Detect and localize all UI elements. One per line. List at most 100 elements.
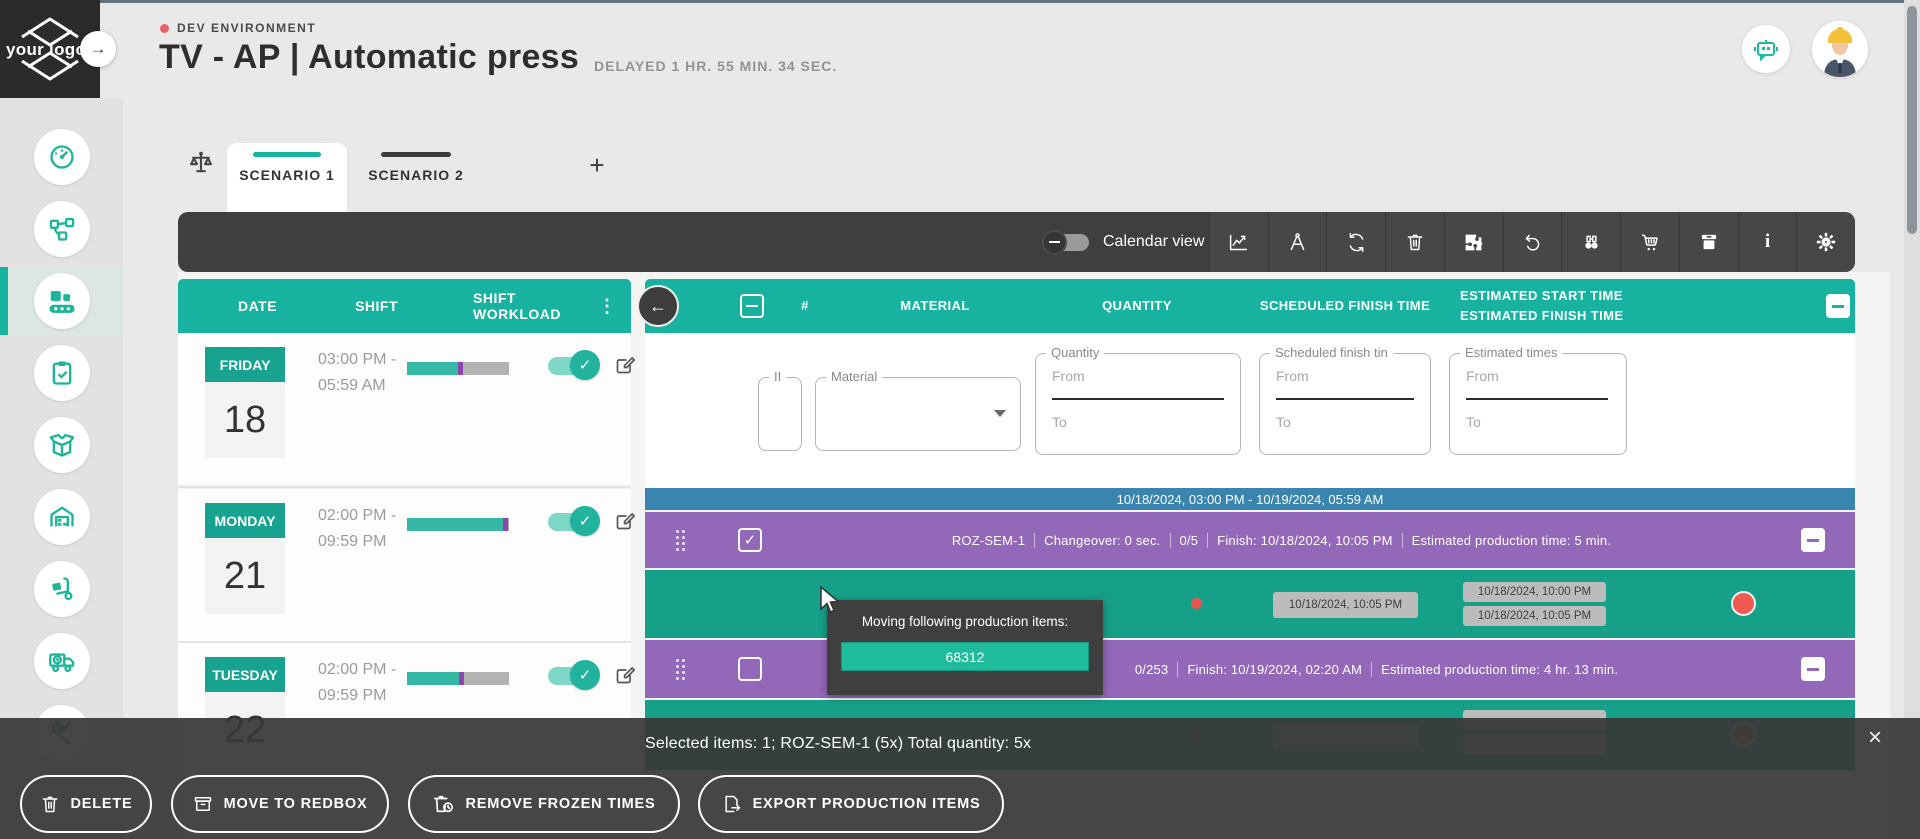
production-item-row-1[interactable]: ✓ ROZ-SEM-1 Changeover: 0 sec. 0/5 Finis… — [645, 512, 1855, 568]
scheduled-filter-label: Scheduled finish tin — [1270, 345, 1393, 360]
drafting-compass-icon — [1287, 232, 1308, 253]
env-dot-icon — [160, 24, 169, 33]
scheduled-filter[interactable]: Scheduled finish tin From To — [1259, 353, 1431, 455]
user-avatar[interactable] — [1812, 21, 1868, 77]
drag-tooltip: Moving following production items: 68312 — [827, 600, 1103, 695]
status-dot-icon — [1191, 598, 1202, 609]
close-selection-button[interactable]: × — [1868, 726, 1882, 750]
from-input[interactable]: From — [1276, 368, 1309, 384]
shift-panel-header: DATE SHIFT SHIFT WORKLOAD ⋮ — [178, 279, 631, 333]
col-material: MATERIAL — [900, 298, 969, 313]
remove-frozen-times-button[interactable]: REMOVE FROZEN TIMES — [408, 775, 680, 833]
select-all-checkbox[interactable] — [740, 294, 764, 318]
col-quantity: QUANTITY — [1102, 298, 1172, 313]
material-filter-label: Material — [826, 369, 882, 384]
col-estimated-start: ESTIMATED START TIME — [1460, 288, 1623, 303]
from-input[interactable]: From — [1052, 368, 1085, 384]
sidebar-item-deliveries[interactable] — [0, 625, 123, 697]
sidebar-item-tasks[interactable] — [0, 337, 123, 409]
row-checkbox-unchecked[interactable] — [738, 657, 762, 681]
shift-group-banner: 10/18/2024, 03:00 PM - 10/19/2024, 05:59… — [645, 488, 1855, 510]
day-chip: MONDAY — [205, 503, 285, 538]
tab-active-underline — [253, 152, 321, 157]
number-filter[interactable]: II — [758, 377, 802, 451]
statistics-button[interactable] — [1209, 212, 1268, 272]
search-items-button[interactable] — [1561, 212, 1620, 272]
delete-button-toolbar[interactable] — [1385, 212, 1444, 272]
edit-shift-button[interactable] — [615, 355, 635, 375]
shift-toggle-check-icon[interactable]: ✓ — [570, 660, 600, 690]
drag-handle-icon[interactable] — [676, 530, 685, 551]
to-input[interactable]: To — [1466, 414, 1481, 430]
edit-shift-button[interactable] — [615, 511, 635, 531]
material-filter-select[interactable]: Material — [815, 377, 1021, 451]
plugins-button[interactable] — [1444, 212, 1503, 272]
shift-panel-menu-button[interactable]: ⋮ — [598, 296, 617, 317]
collapse-all-button[interactable] — [1826, 294, 1850, 318]
scrollbar-thumb[interactable] — [1907, 6, 1917, 234]
sidebar-item-materials[interactable] — [0, 409, 123, 481]
undo-button[interactable] — [1503, 212, 1562, 272]
number-filter-label: II — [769, 369, 786, 384]
shift-toggle-check-icon[interactable]: ✓ — [570, 350, 600, 380]
status-circle-icon[interactable] — [1731, 591, 1756, 616]
warehouse-icon — [48, 503, 76, 531]
measure-button[interactable] — [1268, 212, 1327, 272]
info-button[interactable]: i — [1738, 212, 1797, 272]
cart-button[interactable] — [1620, 212, 1679, 272]
sidebar-item-dashboard[interactable] — [0, 121, 123, 193]
col-estimated-finish: ESTIMATED FINISH TIME — [1460, 308, 1623, 323]
tab-scenario-2[interactable]: SCENARIO 2 — [360, 143, 472, 212]
refresh-button[interactable] — [1326, 212, 1385, 272]
collapse-row-button[interactable] — [1801, 657, 1825, 681]
move-to-redbox-button[interactable]: MOVE TO REDBOX — [171, 775, 389, 833]
scenario-compare-button[interactable] — [186, 148, 216, 178]
estimated-filter[interactable]: Estimated times From To — [1449, 353, 1627, 455]
trash-icon — [40, 794, 60, 814]
settings-button[interactable] — [1796, 212, 1855, 272]
to-input[interactable]: To — [1276, 414, 1291, 430]
archive-button[interactable] — [1679, 212, 1738, 272]
sidebar-expand-button[interactable]: → — [80, 31, 116, 67]
row-summary: ROZ-SEM-1 Changeover: 0 sec. 0/5 Finish:… — [952, 533, 1611, 548]
drag-handle-icon[interactable] — [676, 659, 685, 680]
to-input[interactable]: To — [1052, 414, 1067, 430]
trend-chart-icon — [1228, 232, 1249, 253]
add-scenario-button[interactable]: + — [580, 148, 614, 182]
calendar-view-toggle[interactable]: Calendar view — [1047, 233, 1204, 251]
archive-box-icon — [1699, 232, 1719, 252]
remove-frozen-times-label: REMOVE FROZEN TIMES — [465, 796, 655, 812]
tab-scenario-1[interactable]: SCENARIO 1 — [227, 143, 347, 212]
collapse-row-button[interactable] — [1801, 528, 1825, 552]
sidebar-item-shipping[interactable] — [0, 553, 123, 625]
delete-selected-button[interactable]: DELETE — [20, 775, 152, 833]
page-title: TV - AP | Automatic press — [159, 38, 579, 77]
toggle-pill[interactable] — [1047, 234, 1089, 251]
workload-bar — [407, 362, 509, 375]
chatbot-icon — [1752, 35, 1780, 63]
trolley-icon — [1640, 232, 1661, 253]
shift-row-friday: FRIDAY 18 03:00 PM -05:59 AM ✓ — [178, 333, 631, 485]
tab-scenario-2-label: SCENARIO 2 — [360, 167, 472, 183]
clipboard-check-icon — [48, 359, 76, 387]
quantity-filter[interactable]: Quantity From To — [1035, 353, 1241, 455]
shift-toggle-check-icon[interactable]: ✓ — [570, 506, 600, 536]
sidebar-item-flows[interactable] — [0, 193, 123, 265]
undo-icon — [1522, 232, 1543, 253]
collapse-panel-button[interactable]: ← — [637, 285, 679, 327]
sidebar-item-warehouse[interactable] — [0, 481, 123, 553]
chatbot-button[interactable] — [1742, 25, 1790, 73]
sidebar-item-production[interactable] — [0, 265, 123, 337]
minus-icon — [1807, 539, 1819, 542]
day-chip: TUESDAY — [205, 657, 285, 692]
estimated-finish-chip: 10/18/2024, 10:05 PM — [1463, 606, 1606, 626]
toolbar-icon-buttons: i — [1209, 212, 1855, 272]
edit-shift-button[interactable] — [615, 665, 635, 685]
row-checkbox-checked[interactable]: ✓ — [738, 528, 762, 552]
from-input[interactable]: From — [1466, 368, 1499, 384]
export-production-items-button[interactable]: EXPORT PRODUCTION ITEMS — [698, 775, 1004, 833]
mouse-cursor-icon — [818, 585, 840, 615]
selection-overlay: Selected items: 1; ROZ-SEM-1 (5x) Total … — [0, 718, 1920, 839]
input-underline — [1276, 398, 1414, 400]
toggle-knob-icon — [1042, 230, 1067, 255]
